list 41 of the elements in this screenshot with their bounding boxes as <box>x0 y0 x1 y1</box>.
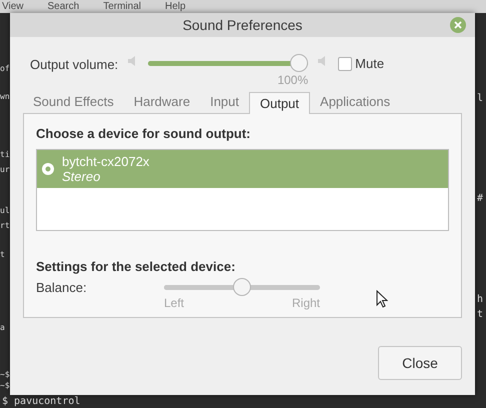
terminal-text: ~$ <box>0 380 10 391</box>
tab[interactable]: Output <box>249 92 310 114</box>
terminal-text: h <box>477 294 484 306</box>
terminal-text: # <box>477 193 484 205</box>
menu-item[interactable]: Search <box>48 0 80 13</box>
right-label: Right <box>292 295 320 312</box>
settings-heading: Settings for the selected device: <box>36 258 236 276</box>
terminal-text: ul <box>0 205 10 216</box>
terminal-text: ur <box>0 164 10 175</box>
balance-slider[interactable] <box>164 278 320 296</box>
output-volume-slider[interactable] <box>148 54 308 72</box>
terminal-text: t <box>0 249 5 260</box>
terminal-text: l <box>477 93 484 105</box>
terminal-text: t <box>477 309 484 321</box>
window-title: Sound Preferences <box>182 16 302 34</box>
terminal-text: a <box>0 322 5 333</box>
mouse-cursor-icon <box>376 290 388 308</box>
menu-item[interactable]: View <box>2 0 24 13</box>
device-heading: Choose a device for sound output: <box>36 125 252 143</box>
terminal-text: rt <box>0 220 10 231</box>
terminal-command: $ pavucontrol <box>1 395 82 408</box>
menu-item[interactable]: Terminal <box>103 0 141 13</box>
device-profile: Stereo <box>62 168 100 184</box>
left-label: Left <box>164 295 184 312</box>
balance-label: Balance: <box>36 279 88 297</box>
device-name: bytcht-cx2072x <box>62 154 150 168</box>
close-icon[interactable] <box>450 17 466 33</box>
tab[interactable]: Hardware <box>124 91 200 113</box>
tab[interactable]: Applications <box>310 91 400 113</box>
volume-reading: 100% <box>277 72 308 89</box>
tab[interactable]: Input <box>200 91 249 113</box>
close-button[interactable]: Close <box>378 346 462 380</box>
radio-icon <box>42 162 54 174</box>
terminal-text: ti <box>0 149 10 160</box>
terminal-text: ~$ <box>0 369 10 380</box>
output-volume-label: Output volume: <box>30 56 118 74</box>
menu-item[interactable]: Help <box>164 0 186 13</box>
mute-checkbox[interactable]: Mute <box>338 54 384 74</box>
tab[interactable]: Sound Effects <box>23 91 124 113</box>
terminal-text: wn <box>0 91 10 102</box>
terminal-text: of <box>0 63 10 74</box>
